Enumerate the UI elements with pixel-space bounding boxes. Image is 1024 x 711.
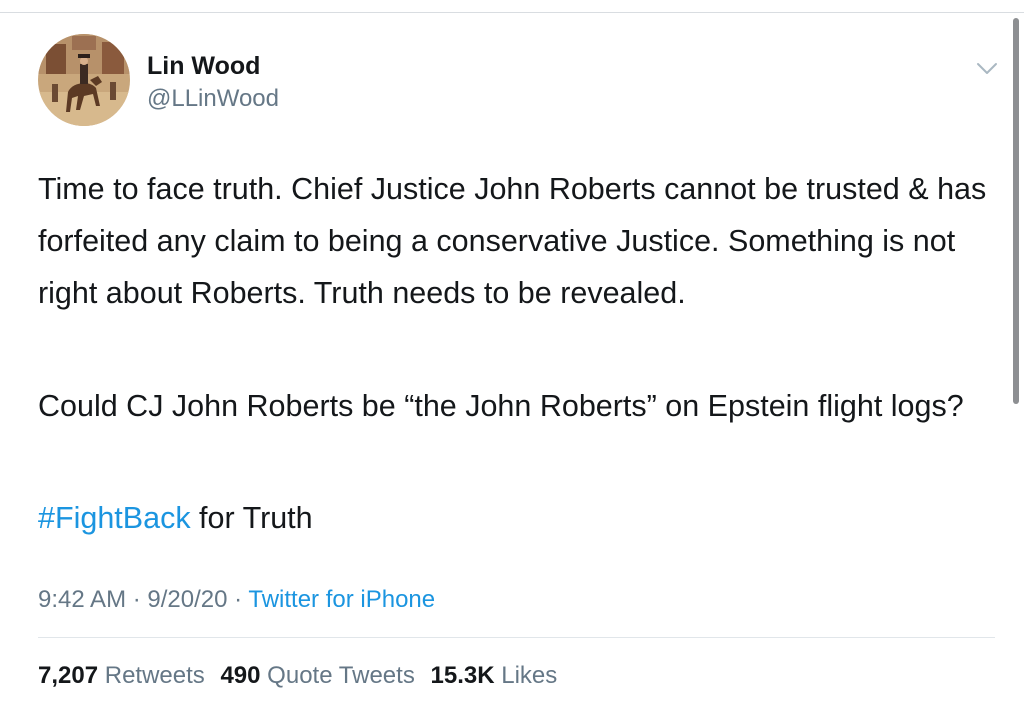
tweet-source-link[interactable]: Twitter for iPhone [248,586,435,613]
retweets-count: 7,207 [38,662,99,689]
tweet-card: Lin Wood @LLinWood Time to face truth. C… [0,13,1010,711]
divider [38,637,995,638]
hashtag-link[interactable]: #FightBack [38,501,191,535]
scrollbar[interactable] [1013,18,1019,404]
tweet-text-paragraph-2: Could CJ John Roberts be “the John Rober… [38,389,964,423]
likes-label: Likes [501,662,558,689]
tweet-text-paragraph-1: Time to face truth. Chief Justice John R… [38,172,987,310]
tweet-date[interactable]: 9/20/20 [147,586,227,613]
hashtag-suffix-text: for Truth [190,501,313,535]
author-name[interactable]: Lin Wood [147,52,260,81]
tweet-time[interactable]: 9:42 AM [38,586,126,613]
meta-separator: · [227,586,249,613]
likes-count: 15.3K [430,662,495,689]
meta-separator: · [126,586,148,613]
horse-rider-avatar-icon [38,34,130,126]
tweet-text-paragraph-3: #FightBack for Truth [38,492,998,544]
likes-stat[interactable]: 15.3K Likes [431,662,558,689]
avatar[interactable] [38,34,130,126]
author-handle[interactable]: @LLinWood [147,85,279,113]
tweet-metadata: 9:42 AM · 9/20/20 · Twitter for iPhone [38,586,435,614]
retweets-label: Retweets [104,662,205,689]
quote-tweets-count: 490 [220,662,261,689]
engagement-stats: 7,207 Retweets 490 Quote Tweets 15.3K Li… [38,662,566,690]
quote-tweets-stat[interactable]: 490 Quote Tweets [220,662,414,689]
top-border [0,0,1024,13]
chevron-down-icon[interactable] [972,57,1002,79]
quote-tweets-label: Quote Tweets [267,662,415,689]
retweets-stat[interactable]: 7,207 Retweets [38,662,205,689]
